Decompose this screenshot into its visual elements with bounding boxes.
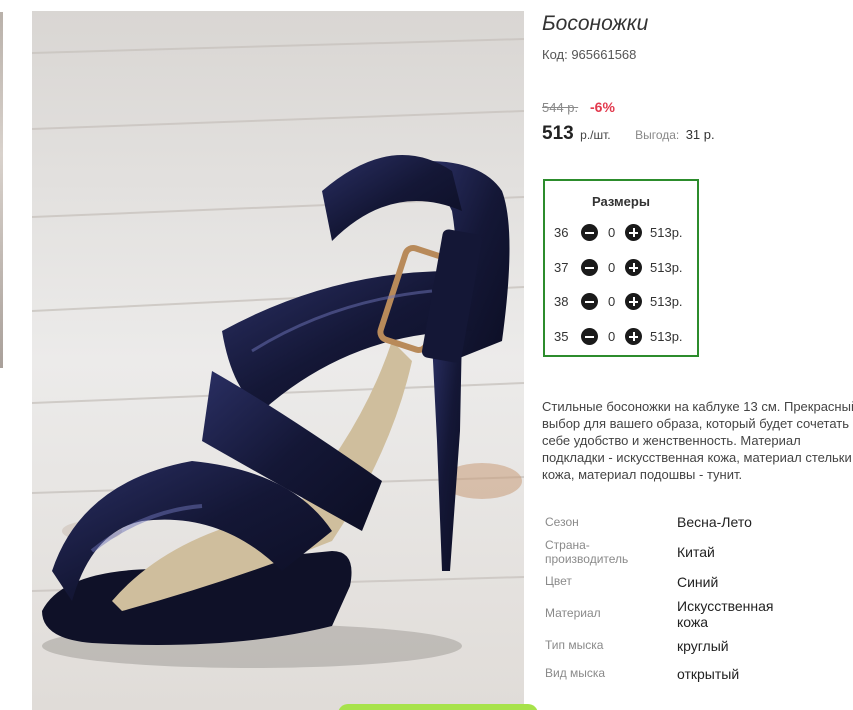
size-price: 513р. [650,225,683,240]
previous-thumbnail-edge[interactable] [0,12,3,368]
quantity-value: 0 [608,329,616,344]
size-row: 37 0 513р. [554,258,694,278]
size-row: 38 0 513р. [554,292,694,312]
increase-quantity-button[interactable] [625,224,642,241]
property-value: Китай [677,544,715,560]
quantity-value: 0 [608,225,616,240]
quantity-value: 0 [608,260,616,275]
product-code: Код: 965661568 [542,47,637,62]
size-price: 513р. [650,260,683,275]
benefit-label: Выгода: [635,128,680,142]
size-row: 36 0 513р. [554,223,694,243]
property-key: Вид мыска [545,666,606,680]
decrease-quantity-button[interactable] [581,259,598,276]
size-label: 37 [554,260,569,275]
price-unit: р./шт. [580,128,611,142]
sizes-title: Размеры [592,194,650,209]
size-label: 38 [554,294,569,309]
property-key: Страна-производитель [545,538,629,566]
decrease-quantity-button[interactable] [581,293,598,310]
product-page: Босоножки Код: 965661568 544 р. -6% 513 … [0,0,853,710]
decrease-quantity-button[interactable] [581,328,598,345]
property-key: Сезон [545,515,579,529]
quantity-value: 0 [608,294,616,309]
product-title: Босоножки [542,12,649,35]
property-value: круглый [677,638,729,654]
sizes-panel: Размеры 36 0 513р. 37 0 513р. 38 0 513р.… [543,179,699,357]
size-row: 35 0 513р. [554,327,694,347]
current-price: 513 [542,123,574,144]
discount-badge: -6% [590,99,615,115]
old-price: 544 р. [542,100,579,115]
increase-quantity-button[interactable] [625,293,642,310]
size-label: 36 [554,225,569,240]
price-row: 513 р./шт. Выгода: 31 р. [542,123,715,145]
product-description: Стильные босоножки на каблуке 13 см. Пре… [542,399,853,482]
property-value: Искусственная кожа [677,598,774,630]
buy-button[interactable] [338,704,538,710]
property-value: открытый [677,666,740,682]
benefit-value: 31 р. [685,127,715,142]
size-price: 513р. [650,294,683,309]
product-photo[interactable] [32,11,524,710]
increase-quantity-button[interactable] [625,328,642,345]
increase-quantity-button[interactable] [625,259,642,276]
property-key: Тип мыска [545,638,604,652]
size-label: 35 [554,329,569,344]
property-key: Цвет [545,574,572,588]
property-key: Материал [545,606,601,620]
decrease-quantity-button[interactable] [581,224,598,241]
property-value: Синий [677,574,719,590]
size-price: 513р. [650,329,683,344]
sandal-image [32,11,524,710]
property-value: Весна-Лето [677,514,752,530]
product-info: Босоножки Код: 965661568 544 р. -6% 513 … [338,0,853,710]
